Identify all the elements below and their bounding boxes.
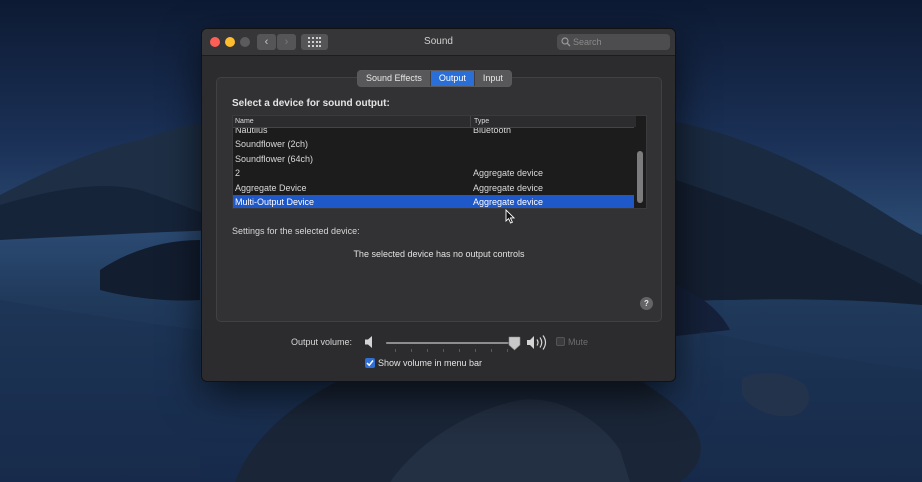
device-name: Multi-Output Device <box>235 196 315 207</box>
checkmark-icon <box>366 360 374 367</box>
device-name: 2 <box>235 168 241 179</box>
pointer-cursor-icon <box>505 209 515 224</box>
search-icon <box>561 37 571 47</box>
mute-label: Mute <box>568 337 589 347</box>
tab-output[interactable]: Output <box>429 71 474 86</box>
device-name: Aggregate Device <box>235 182 307 193</box>
slider-tick <box>411 349 412 352</box>
table-row[interactable]: 2 Aggregate device <box>233 166 636 180</box>
table-row-selected[interactable]: Multi-Output Device Aggregate device <box>233 194 636 208</box>
table-header: Name Type <box>233 116 636 128</box>
output-volume-label: Output volume: <box>291 337 353 347</box>
slider-tick <box>443 349 444 352</box>
volume-slider[interactable] <box>386 342 516 344</box>
no-controls-message: The selected device has no output contro… <box>353 249 525 259</box>
table-row[interactable]: Soundflower (2ch) <box>233 137 636 151</box>
search-field[interactable] <box>557 34 670 50</box>
slider-tick <box>459 349 460 352</box>
scrollbar-thumb[interactable] <box>637 151 643 203</box>
device-table[interactable]: Nautilus Bluetooth Soundflower (2ch) Sou… <box>232 115 647 209</box>
settings-label: Settings for the selected device: <box>232 226 360 236</box>
slider-tick <box>491 349 492 352</box>
tab-bar: Sound Effects Output Input <box>357 70 512 87</box>
output-heading: Select a device for sound output: <box>232 98 390 109</box>
slider-tick <box>427 349 428 352</box>
column-header-name[interactable]: Name <box>235 116 254 127</box>
device-name: Soundflower (64ch) <box>235 153 314 164</box>
table-row[interactable]: Aggregate Device Aggregate device <box>233 181 636 195</box>
device-type: Aggregate device <box>473 168 544 179</box>
mute-checkbox[interactable] <box>556 337 565 346</box>
device-list: Nautilus Bluetooth Soundflower (2ch) Sou… <box>233 123 636 208</box>
speaker-low-icon <box>365 336 372 348</box>
title-bar: ‹ › Sound <box>202 29 675 56</box>
volume-slider-knob[interactable] <box>508 336 521 351</box>
help-button[interactable]: ? <box>640 297 653 310</box>
slider-tick <box>475 349 476 352</box>
tab-sound-effects[interactable]: Sound Effects <box>358 71 430 86</box>
device-name: Soundflower (2ch) <box>235 139 309 150</box>
help-icon: ? <box>644 299 649 308</box>
search-input[interactable] <box>573 34 663 50</box>
column-header-type[interactable]: Type <box>470 116 634 127</box>
show-volume-checkbox[interactable] <box>365 358 375 368</box>
slider-tick <box>395 349 396 352</box>
sound-preferences-window: ‹ › Sound Sound Effects Output I <box>201 28 676 382</box>
output-panel: Select a device for sound output: Nautil… <box>216 77 662 322</box>
device-type: Aggregate device <box>473 182 544 193</box>
device-type: Aggregate device <box>473 196 544 207</box>
table-row[interactable]: Soundflower (64ch) <box>233 152 636 166</box>
speaker-high-icon <box>527 335 547 350</box>
volume-slider-fill <box>386 342 509 344</box>
tab-input[interactable]: Input <box>473 71 511 86</box>
show-volume-label: Show volume in menu bar <box>378 358 483 368</box>
table-scrollbar[interactable] <box>634 127 646 208</box>
